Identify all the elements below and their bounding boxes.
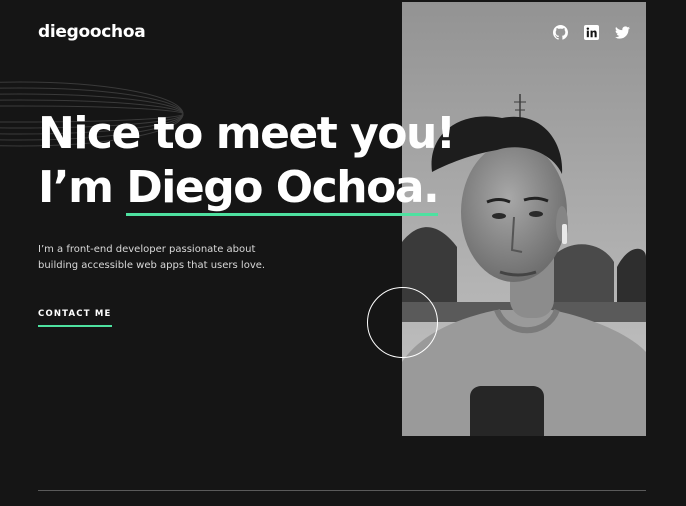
decorative-circle	[367, 287, 438, 358]
hero-headline: Nice to meet you! I’m Diego Ochoa.	[38, 112, 478, 220]
twitter-icon[interactable]	[615, 25, 630, 40]
github-icon[interactable]	[553, 25, 568, 40]
greeting-line: Nice to meet you!	[38, 108, 456, 159]
social-links	[553, 25, 630, 40]
name-line: I’m Diego Ochoa.	[38, 166, 478, 220]
name-highlight: Diego Ochoa.	[126, 162, 440, 216]
intro-text: I’m a front-end developer passionate abo…	[38, 244, 266, 271]
section-divider	[38, 490, 646, 491]
linkedin-icon[interactable]	[584, 25, 599, 40]
contact-me-button[interactable]: CONTACT ME	[38, 309, 112, 327]
im-text: I’m	[38, 162, 114, 213]
site-logo[interactable]: diegoochoa	[38, 22, 146, 42]
